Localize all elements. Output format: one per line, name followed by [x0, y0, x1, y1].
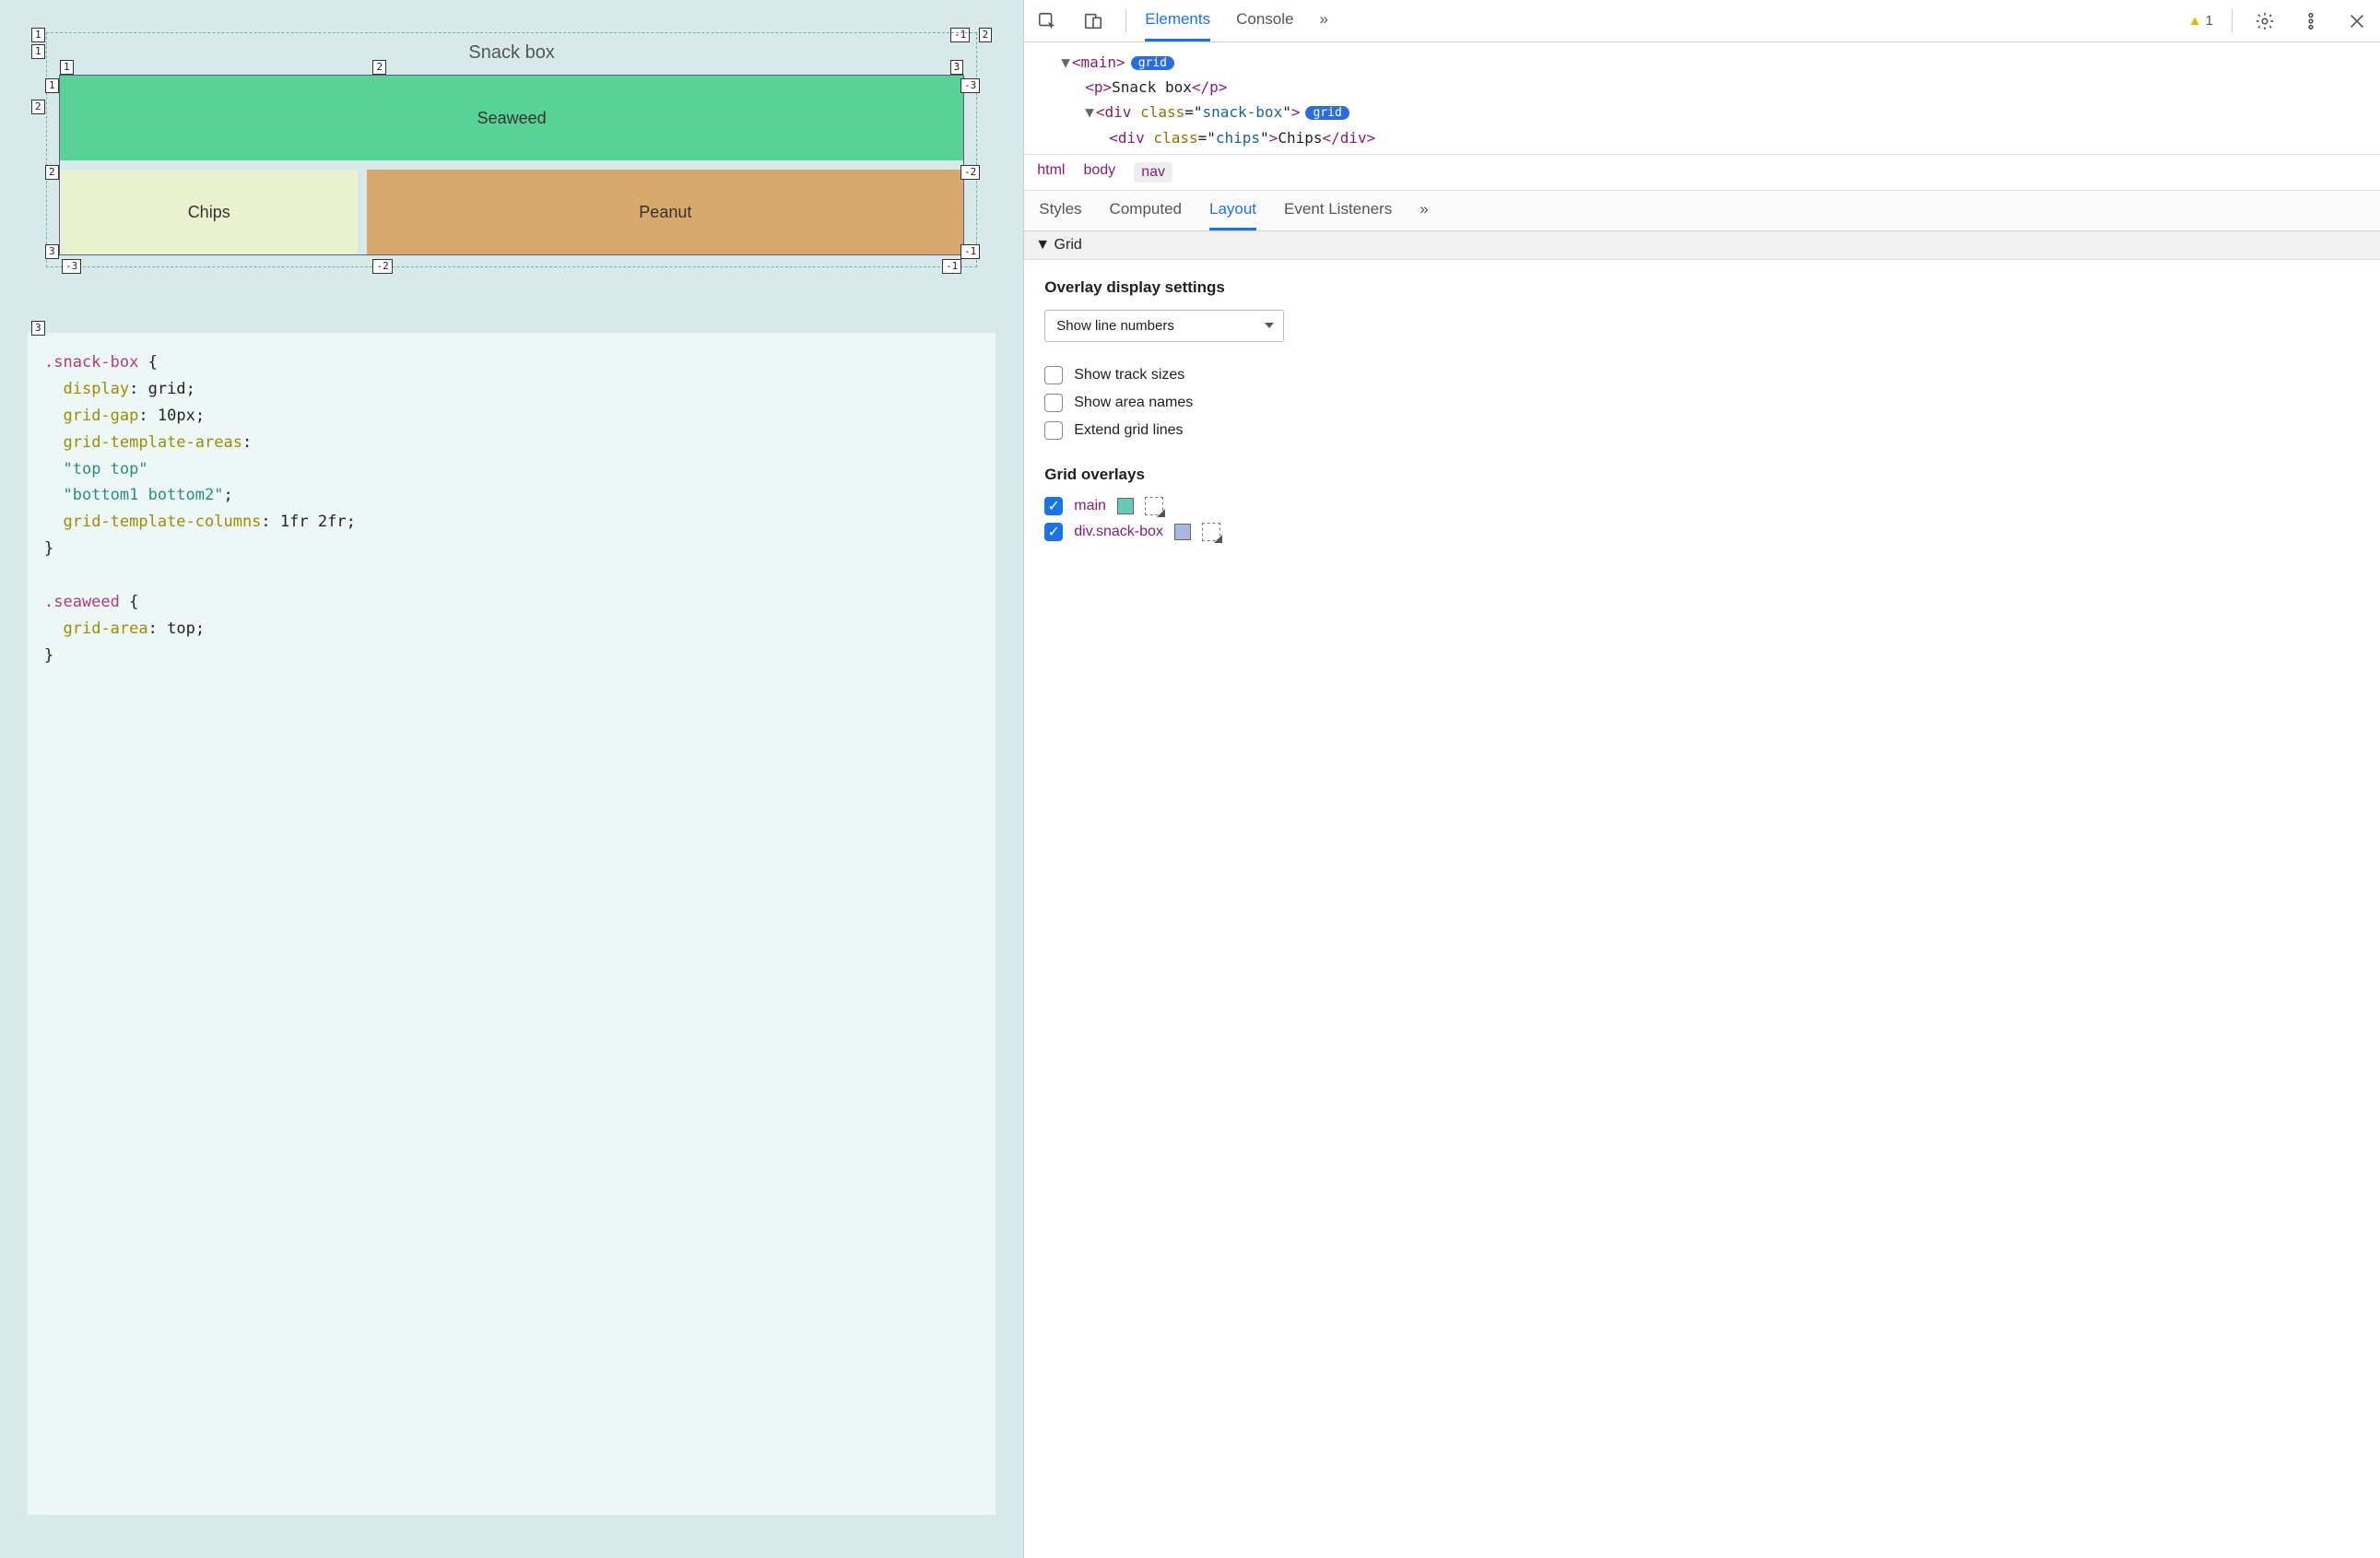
layout-pane-body: Overlay display settings Show line numbe…: [1024, 260, 2380, 1558]
checkbox-icon[interactable]: [1044, 421, 1063, 440]
dom-text: Snack box: [1112, 78, 1192, 96]
dom-node-p[interactable]: <p>Snack box</p>: [1061, 75, 2373, 100]
dom-attr-value: snack-box: [1203, 103, 1283, 121]
checkbox-icon[interactable]: ✓: [1044, 523, 1063, 541]
subtab-event-listeners[interactable]: Event Listeners: [1284, 191, 1392, 230]
line-numbers-select[interactable]: Show line numbers: [1044, 310, 1284, 342]
tab-console[interactable]: Console: [1236, 0, 1293, 41]
subtab-styles[interactable]: Styles: [1039, 191, 1081, 230]
subtab-more[interactable]: »: [1420, 191, 1428, 230]
line-number: 2: [372, 60, 386, 75]
check-label: Extend grid lines: [1074, 422, 1183, 439]
section-title: Grid: [1055, 237, 1082, 253]
check-label: Show track sizes: [1074, 367, 1184, 384]
dom-attr-value: chips: [1216, 129, 1260, 147]
device-toggle-icon[interactable]: [1079, 7, 1107, 35]
check-show-track-sizes[interactable]: Show track sizes: [1044, 366, 2360, 384]
line-number: 3: [950, 60, 964, 75]
line-number: -2: [960, 165, 980, 180]
crumb-body[interactable]: body: [1083, 162, 1115, 183]
grid-badge[interactable]: grid: [1305, 106, 1349, 120]
overlay-settings-title: Overlay display settings: [1044, 278, 2360, 297]
select-value: Show line numbers: [1056, 318, 1174, 334]
overlay-main: ✓ main: [1044, 497, 2360, 515]
dom-node-snackbox[interactable]: ▼<div class="snack-box">grid: [1061, 100, 2373, 124]
dom-node-main[interactable]: ▼<main>grid: [1061, 50, 2373, 75]
line-number: 2: [45, 165, 59, 180]
tab-more[interactable]: »: [1320, 0, 1328, 41]
color-swatch[interactable]: [1174, 524, 1191, 540]
line-number: -1: [960, 244, 980, 259]
highlight-element-icon[interactable]: [1202, 523, 1220, 541]
layout-section-grid[interactable]: ▼ Grid: [1024, 231, 2380, 260]
checkbox-icon[interactable]: [1044, 394, 1063, 412]
caret-down-icon: ▼: [1035, 237, 1050, 253]
devtools-toolbar: Elements Console » ▲ 1: [1024, 0, 2380, 42]
overlay-name[interactable]: div.snack-box: [1074, 524, 1163, 540]
devtools-pane: Elements Console » ▲ 1 ▼<main>grid <p>Sn…: [1023, 0, 2380, 1558]
inspect-element-icon[interactable]: [1033, 7, 1061, 35]
overlay-name[interactable]: main: [1074, 498, 1106, 514]
css-code-block: .snack-box { display: grid; grid-gap: 10…: [28, 333, 996, 1515]
caret-down-icon[interactable]: ▼: [1085, 103, 1094, 121]
subtab-computed[interactable]: Computed: [1110, 191, 1182, 230]
cell-chips: Chips: [60, 170, 358, 254]
grid-badge[interactable]: grid: [1131, 56, 1174, 70]
line-number: 3: [45, 244, 59, 259]
tab-elements[interactable]: Elements: [1145, 0, 1210, 41]
line-number: 1: [60, 60, 74, 75]
checkbox-icon[interactable]: [1044, 366, 1063, 384]
check-show-area-names[interactable]: Show area names: [1044, 394, 2360, 412]
dom-text: Chips: [1278, 129, 1322, 147]
line-number: -3: [960, 78, 980, 93]
line-number: 3: [31, 321, 45, 336]
preview-title: Snack box: [49, 33, 974, 75]
grid-overlay-preview: 1 -1 2 1 2 3 Snack box 1 2 3 1 2 3 -3: [28, 28, 996, 286]
crumb-html[interactable]: html: [1037, 162, 1065, 183]
highlight-element-icon[interactable]: [1145, 497, 1163, 515]
check-extend-grid-lines[interactable]: Extend grid lines: [1044, 421, 2360, 440]
grid-overlays-title: Grid overlays: [1044, 466, 2360, 484]
caret-down-icon[interactable]: ▼: [1061, 53, 1070, 71]
warning-icon: ▲: [2188, 13, 2202, 29]
snack-box-grid: Seaweed Chips Peanut: [59, 75, 964, 255]
cell-seaweed: Seaweed: [60, 76, 963, 160]
breadcrumb: html body nav: [1024, 154, 2380, 191]
check-label: Show area names: [1074, 395, 1193, 411]
checkbox-icon[interactable]: ✓: [1044, 497, 1063, 515]
dom-tree[interactable]: ▼<main>grid <p>Snack box</p> ▼<div class…: [1024, 42, 2380, 154]
page-preview-pane: 1 -1 2 1 2 3 Snack box 1 2 3 1 2 3 -3: [0, 0, 1023, 1558]
line-number: -1: [942, 259, 961, 274]
dom-node-chips[interactable]: <div class="chips">Chips</div>: [1061, 125, 2373, 150]
color-swatch[interactable]: [1117, 498, 1134, 514]
styles-pane-tabs: Styles Computed Layout Event Listeners »: [1024, 191, 2380, 231]
crumb-nav[interactable]: nav: [1134, 162, 1172, 183]
line-number: -2: [372, 259, 392, 274]
warnings-indicator[interactable]: ▲ 1: [2188, 13, 2213, 29]
warning-count: 1: [2206, 13, 2213, 29]
settings-icon[interactable]: [2251, 7, 2279, 35]
line-number: -3: [62, 259, 81, 274]
overlay-snackbox: ✓ div.snack-box: [1044, 523, 2360, 541]
close-icon[interactable]: [2343, 7, 2371, 35]
kebab-menu-icon[interactable]: [2297, 7, 2325, 35]
subtab-layout[interactable]: Layout: [1209, 191, 1256, 230]
cell-peanut: Peanut: [367, 170, 963, 254]
line-number: 1: [45, 78, 59, 93]
